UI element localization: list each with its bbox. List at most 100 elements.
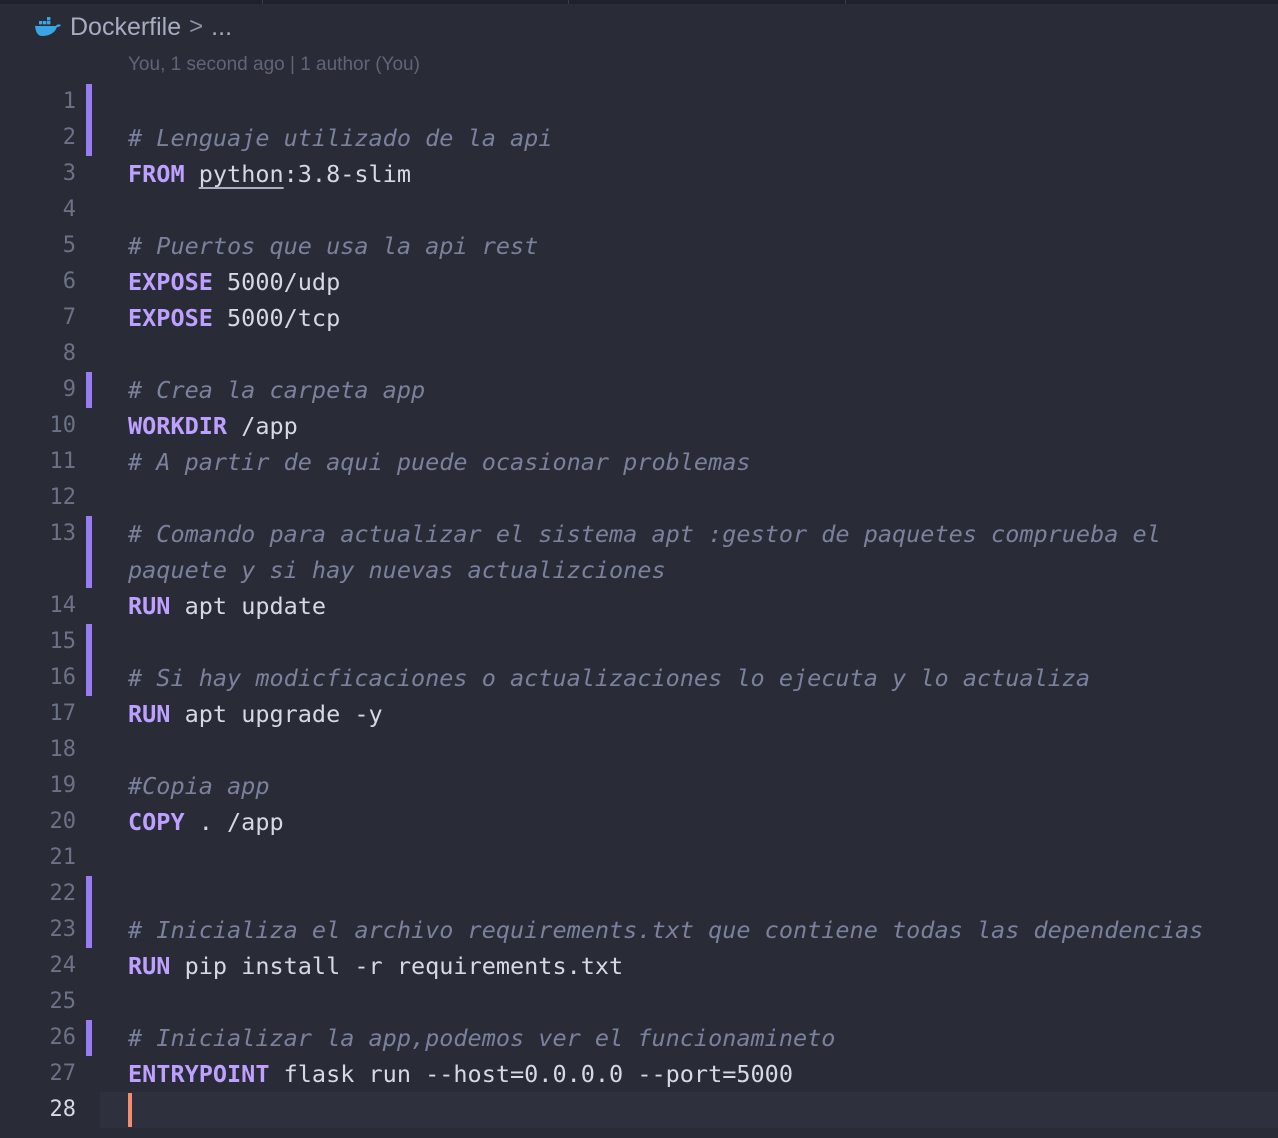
code-text: # Inicializar la app,podemos ver el func… [128, 1020, 1258, 1056]
code-text: # Crea la carpeta app [128, 372, 1258, 408]
code-text: # Si hay modicficaciones o actualizacion… [128, 660, 1258, 696]
code-line[interactable]: 9 # Crea la carpeta app [0, 372, 1278, 408]
code-line[interactable]: 13 # Comando para actualizar el sistema a… [0, 516, 1278, 588]
code-line[interactable]: 18 [0, 732, 1278, 768]
code-line[interactable]: 1 [0, 84, 1278, 120]
code-line[interactable]: 3 FROM python:3.8-slim [0, 156, 1278, 192]
line-number: 14 [49, 593, 77, 618]
code-line[interactable]: 21 [0, 840, 1278, 876]
line-number: 10 [49, 413, 77, 438]
code-text: # Inicializa el archivo requirements.txt… [128, 912, 1258, 948]
code-arguments: . /app [184, 808, 284, 836]
keyword: RUN [128, 700, 171, 728]
line-number: 17 [49, 701, 77, 726]
line-number: 13 [49, 521, 77, 546]
code-comment: # Comando para actualizar el sistema apt… [128, 520, 1161, 584]
code-comment: # Puertos que usa la api rest [128, 232, 539, 260]
git-modified-indicator[interactable] [86, 660, 92, 696]
code-text: # Puertos que usa la api rest [128, 228, 1258, 264]
code-line[interactable]: 26 # Inicializar la app,podemos ver el fu… [0, 1020, 1278, 1056]
code-line[interactable]: 4 [0, 192, 1278, 228]
code-line[interactable]: 6 EXPOSE 5000/udp [0, 264, 1278, 300]
code-comment: # Lenguaje utilizado de la api [128, 124, 553, 152]
line-number: 20 [49, 809, 77, 834]
code-line[interactable]: 11 # A partir de aqui puede ocasionar pro… [0, 444, 1278, 480]
code-line[interactable]: 5 # Puertos que usa la api rest [0, 228, 1278, 264]
code-comment: # Crea la carpeta app [128, 376, 426, 404]
breadcrumb-file[interactable]: Dockerfile [70, 13, 181, 42]
code-line[interactable]: 23 # Inicializa el archivo requirements.t… [0, 912, 1278, 948]
code-arguments: /app [227, 412, 298, 440]
git-modified-indicator[interactable] [86, 84, 92, 120]
breadcrumb-separator: > [189, 13, 204, 40]
line-number: 15 [49, 629, 77, 654]
line-number: 18 [49, 737, 77, 762]
git-modified-indicator[interactable] [86, 876, 92, 912]
code-line[interactable]: 2 # Lenguaje utilizado de la api [0, 120, 1278, 156]
code-arguments: apt upgrade -y [170, 700, 383, 728]
code-text: # Comando para actualizar el sistema apt… [128, 516, 1258, 588]
code-line[interactable]: 7 EXPOSE 5000/tcp [0, 300, 1278, 336]
line-number: 7 [62, 305, 76, 330]
git-modified-indicator[interactable] [86, 372, 92, 408]
line-number: 19 [49, 773, 77, 798]
line-number: 16 [49, 665, 77, 690]
code-comment: #Copia app [128, 772, 270, 800]
line-number: 27 [49, 1061, 77, 1086]
line-number: 1 [62, 89, 76, 114]
code-line[interactable]: 24 RUN pip install -r requirements.txt [0, 948, 1278, 984]
code-arguments: pip install -r requirements.txt [170, 952, 624, 980]
line-number: 28 [49, 1097, 77, 1122]
code-line[interactable]: 16 # Si hay modicficaciones o actualizaci… [0, 660, 1278, 696]
git-modified-indicator[interactable] [86, 120, 92, 156]
code-comment: # A partir de aqui puede ocasionar probl… [128, 448, 751, 476]
code-line[interactable]: 17 RUN apt upgrade -y [0, 696, 1278, 732]
git-modified-indicator[interactable] [86, 1020, 92, 1056]
git-modified-indicator[interactable] [86, 624, 92, 660]
keyword: COPY [128, 808, 185, 836]
code-line[interactable]: 8 [0, 336, 1278, 372]
code-comment: # Inicializa el archivo requirements.txt… [128, 916, 1204, 944]
keyword: EXPOSE [128, 268, 213, 296]
code-arguments: flask run --host=0.0.0.0 --port=5000 [269, 1060, 793, 1088]
code-text: # A partir de aqui puede ocasionar probl… [128, 444, 1258, 480]
code-editor[interactable]: 1 2 # Lenguaje utilizado de la api 3 FROM py… [0, 84, 1278, 1128]
line-number: 2 [62, 125, 76, 150]
git-modified-indicator[interactable] [86, 912, 92, 948]
line-number: 3 [62, 161, 76, 186]
code-line[interactable]: 15 [0, 624, 1278, 660]
code-comment: # Inicializar la app,podemos ver el func… [128, 1024, 836, 1052]
line-number: 26 [49, 1025, 77, 1050]
code-text: WORKDIR /app [128, 408, 1258, 444]
git-blame-annotation[interactable]: You, 1 second ago | 1 author (You) [128, 54, 420, 76]
code-text: # Lenguaje utilizado de la api [128, 120, 1258, 156]
code-text: FROM python:3.8-slim [128, 156, 1258, 192]
code-line[interactable]: 25 [0, 984, 1278, 1020]
code-line[interactable]: 10 WORKDIR /app [0, 408, 1278, 444]
code-arguments: :3.8-slim [283, 160, 411, 188]
code-line[interactable]: 14 RUN apt update [0, 588, 1278, 624]
code-line[interactable]: 19 #Copia app [0, 768, 1278, 804]
code-comment: # Si hay modicficaciones o actualizacion… [128, 664, 1091, 692]
code-text: RUN apt update [128, 588, 1258, 624]
line-number: 8 [62, 341, 76, 366]
code-text: COPY . /app [128, 804, 1258, 840]
line-number: 25 [49, 989, 77, 1014]
git-modified-indicator[interactable] [86, 516, 92, 588]
code-line[interactable]: 12 [0, 480, 1278, 516]
code-text: RUN pip install -r requirements.txt [128, 948, 1258, 984]
code-line[interactable]: 28 [0, 1092, 1278, 1128]
code-line[interactable]: 20 COPY . /app [0, 804, 1278, 840]
code-text: RUN apt upgrade -y [128, 696, 1258, 732]
code-text: EXPOSE 5000/udp [128, 264, 1258, 300]
code-line[interactable]: 27 ENTRYPOINT flask run --host=0.0.0.0 --… [0, 1056, 1278, 1092]
line-number: 11 [49, 449, 77, 474]
code-arguments: 5000/tcp [212, 304, 341, 332]
editor-tab-strip [0, 0, 1278, 4]
code-line[interactable]: 22 [0, 876, 1278, 912]
code-arguments: apt update [170, 592, 327, 620]
breadcrumb-more[interactable]: ... [211, 13, 232, 42]
docker-whale-icon [35, 17, 61, 36]
text-cursor [128, 1093, 132, 1127]
